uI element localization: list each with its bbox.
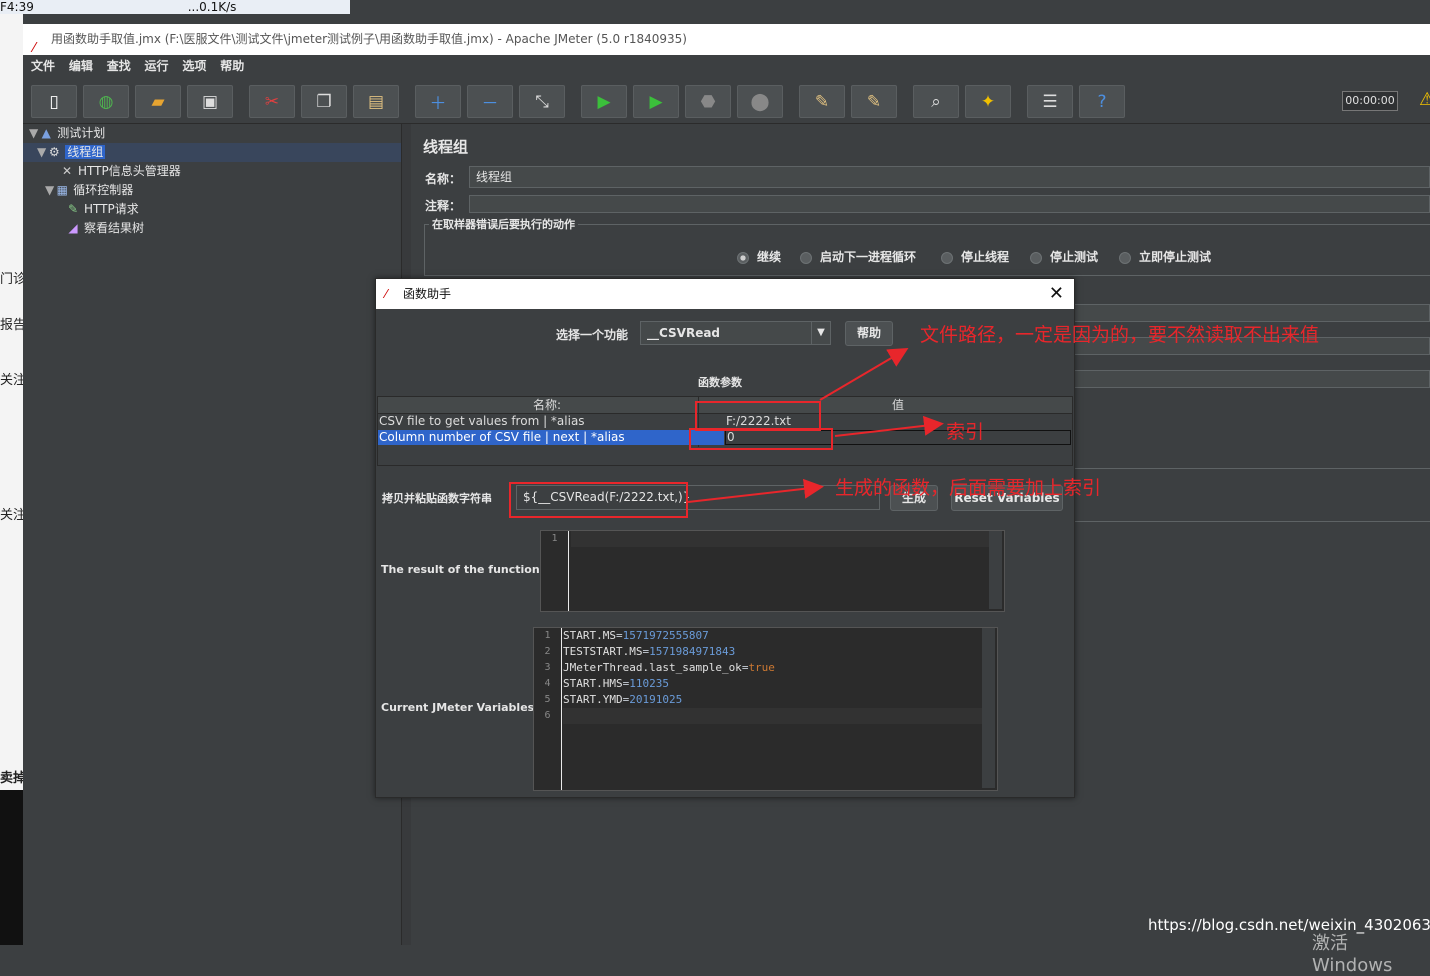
- annotation-generated: 生成的函数，后面需要加上索引: [835, 477, 1102, 499]
- annotation-index: 索引: [946, 421, 985, 443]
- activate-windows-watermark: 激活 Windows: [1312, 933, 1393, 976]
- annotation-arrows: [687, 347, 944, 503]
- arrow-file-path: [819, 347, 909, 401]
- arrow-function: [687, 478, 824, 503]
- annotation-file-path: 文件路径，一定是因为的，要不然读取不出来值: [920, 324, 1320, 346]
- arrow-index: [834, 415, 944, 437]
